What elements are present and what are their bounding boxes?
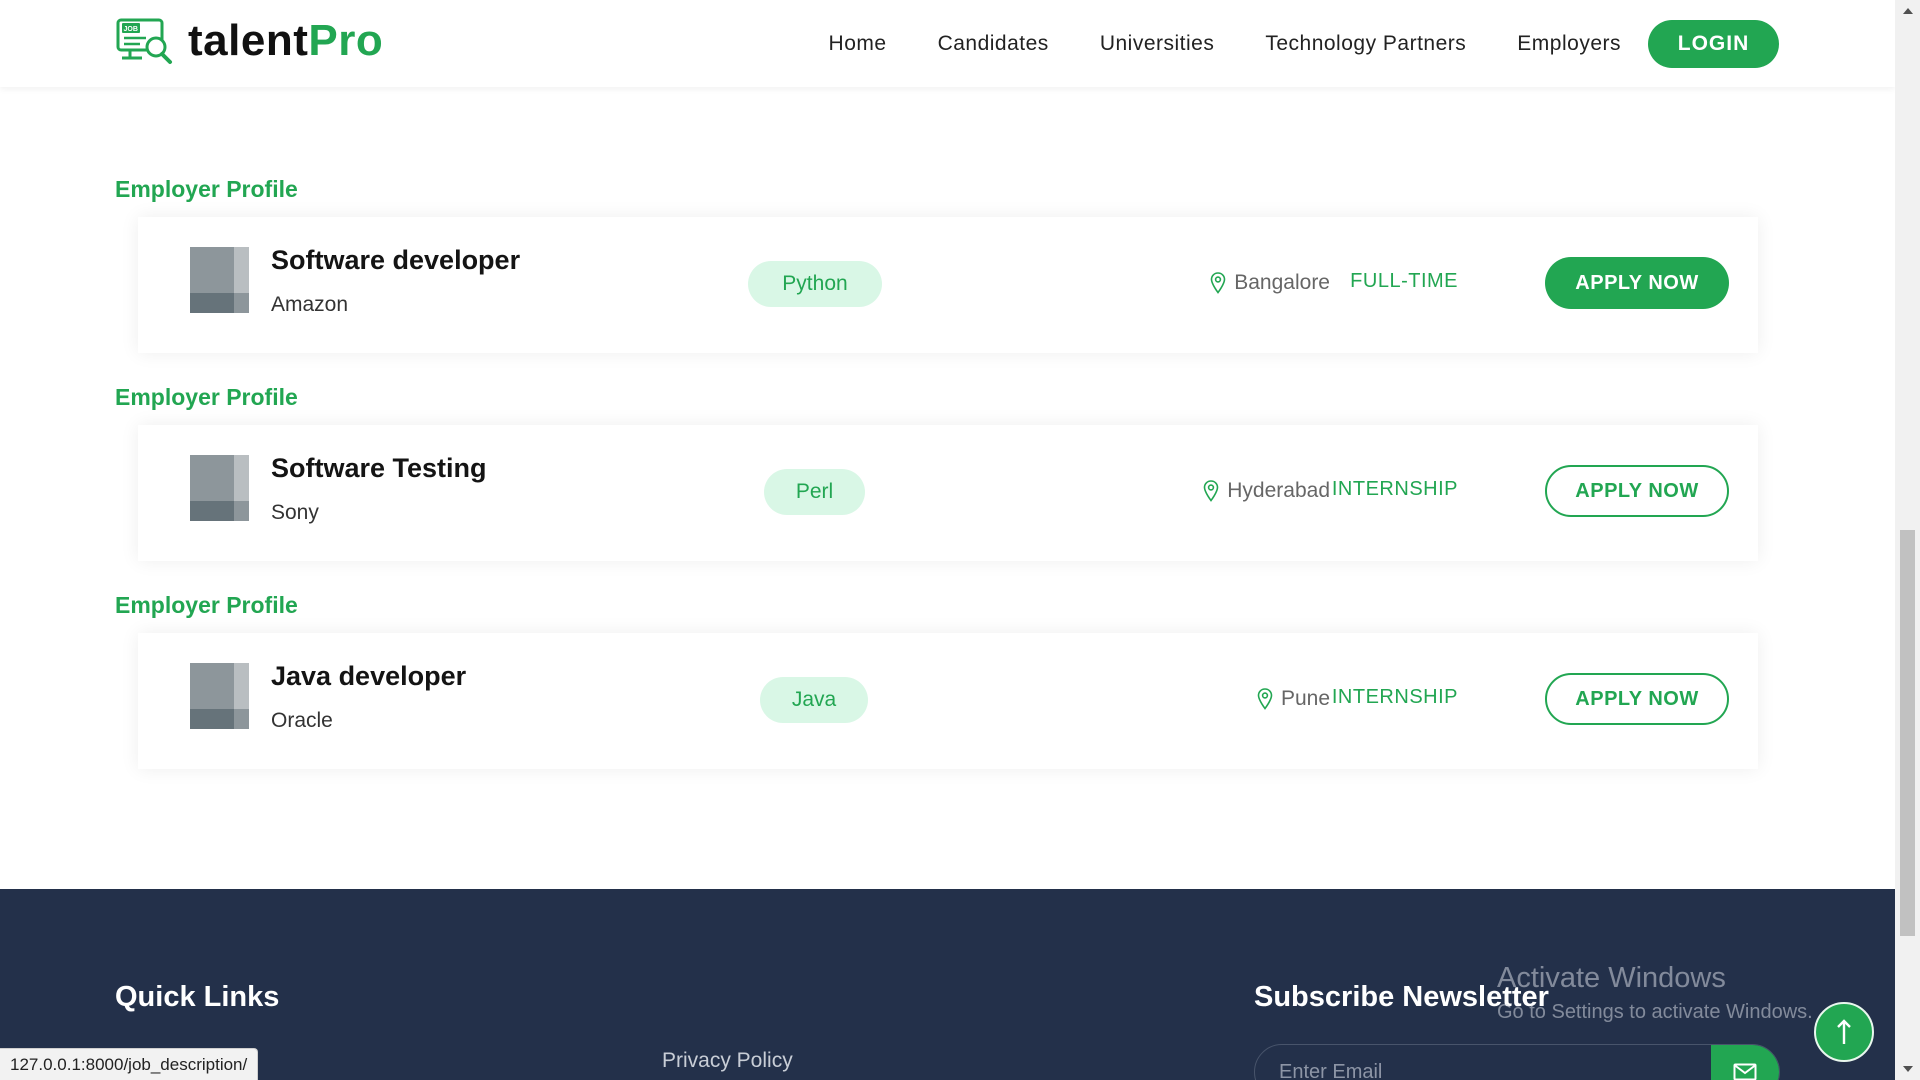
- email-input[interactable]: [1255, 1045, 1713, 1080]
- skill-tag: Python: [748, 261, 882, 307]
- svg-text:JOB: JOB: [124, 26, 138, 33]
- job-card: Java developer Oracle Java Pune INTERNSH…: [138, 633, 1758, 769]
- scroll-up-arrow-icon: [1902, 8, 1913, 14]
- scroll-up-button[interactable]: [1895, 0, 1920, 22]
- job-location: Bangalore: [1210, 271, 1330, 295]
- location-text: Bangalore: [1234, 271, 1330, 294]
- map-pin-icon: [1203, 480, 1219, 502]
- job-title[interactable]: Software Testing: [271, 453, 487, 484]
- scroll-down-arrow-icon: [1902, 1066, 1913, 1072]
- page-scrollbar[interactable]: [1895, 0, 1920, 1080]
- company-name: Sony: [271, 501, 319, 524]
- logo-wordmark: talentPro: [188, 16, 384, 65]
- newsletter-heading: Subscribe Newsletter: [1254, 981, 1549, 1013]
- skill-tag: Java: [760, 677, 868, 723]
- site-header: JOB talentPro Home Candidates Universiti…: [0, 0, 1895, 87]
- company-name: Oracle: [271, 709, 333, 732]
- link-status-bar: 127.0.0.1:8000/job_description/: [0, 1048, 259, 1080]
- employer-profile-link[interactable]: Employer Profile: [115, 384, 298, 411]
- company-name: Amazon: [271, 293, 349, 316]
- nav-link-universities[interactable]: Universities: [1100, 32, 1215, 56]
- company-logo: [190, 663, 249, 729]
- login-button[interactable]: LOGIN: [1648, 20, 1779, 68]
- company-logo: [190, 455, 249, 521]
- apply-now-button[interactable]: APPLY NOW: [1545, 257, 1729, 309]
- main-nav: Home Candidates Universities Technology …: [829, 20, 1779, 68]
- apply-now-button[interactable]: APPLY NOW: [1545, 673, 1729, 725]
- map-pin-icon: [1257, 688, 1273, 710]
- nav-link-candidates[interactable]: Candidates: [938, 32, 1049, 56]
- quick-links-heading: Quick Links: [115, 981, 280, 1013]
- nav-link-home[interactable]: Home: [829, 32, 887, 56]
- envelope-icon: [1733, 1063, 1757, 1080]
- location-text: Hyderabad: [1227, 479, 1330, 502]
- back-to-top-button[interactable]: [1814, 1002, 1874, 1062]
- nav-link-technology-partners[interactable]: Technology Partners: [1265, 32, 1466, 56]
- job-card: Software developer Amazon Python Bangalo…: [138, 217, 1758, 353]
- scroll-thumb[interactable]: [1900, 530, 1915, 936]
- site-footer: Quick Links Privacy Policy Subscribe New…: [0, 889, 1895, 1080]
- job-title[interactable]: Software developer: [271, 245, 520, 276]
- subscribe-button[interactable]: [1711, 1045, 1779, 1080]
- newsletter-form: [1254, 1044, 1780, 1080]
- privacy-policy-link[interactable]: Privacy Policy: [662, 1049, 793, 1073]
- job-location: Hyderabad: [1203, 479, 1330, 503]
- job-location: Pune: [1257, 687, 1330, 711]
- apply-now-button[interactable]: APPLY NOW: [1545, 465, 1729, 517]
- scroll-down-button[interactable]: [1895, 1058, 1920, 1080]
- job-card: Software Testing Sony Perl Hyderabad INT…: [138, 425, 1758, 561]
- arrow-up-icon: [1837, 1019, 1851, 1044]
- location-text: Pune: [1280, 687, 1330, 710]
- company-logo: [190, 247, 249, 313]
- nav-link-employers[interactable]: Employers: [1517, 32, 1621, 56]
- site-logo[interactable]: JOB talentPro: [116, 16, 383, 66]
- job-title[interactable]: Java developer: [271, 661, 466, 692]
- job-type: FULL-TIME: [1350, 270, 1458, 292]
- job-type: INTERNSHIP: [1331, 686, 1458, 708]
- employer-profile-link[interactable]: Employer Profile: [115, 176, 298, 203]
- job-search-logo-icon: JOB: [116, 18, 172, 64]
- job-type: INTERNSHIP: [1331, 478, 1458, 500]
- skill-tag: Perl: [764, 469, 865, 515]
- employer-profile-link[interactable]: Employer Profile: [115, 592, 298, 619]
- map-pin-icon: [1210, 272, 1226, 294]
